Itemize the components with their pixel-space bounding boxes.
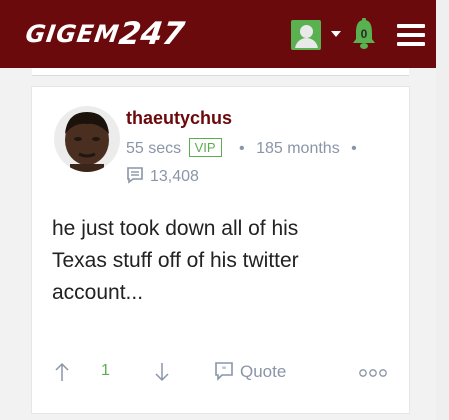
user-avatar-button[interactable] — [291, 20, 321, 50]
post-body-line: he just took down all of his — [52, 217, 299, 240]
separator-dot: • — [351, 140, 357, 157]
menu-bar — [397, 42, 425, 46]
post-body: he just took down all of his Texas stuff… — [52, 213, 382, 309]
hamburger-icon[interactable] — [397, 24, 425, 46]
quote-label: Quote — [240, 362, 287, 381]
previous-post-card — [32, 68, 409, 76]
arrow-down-icon[interactable] — [154, 362, 170, 382]
vote-count: 1 — [101, 362, 110, 379]
avatar-placeholder-head — [300, 25, 313, 38]
member-duration: 185 months — [256, 140, 340, 157]
post-body-line: account... — [52, 281, 144, 304]
post-username[interactable]: thaeutychus — [126, 108, 232, 129]
notification-count: 0 — [360, 27, 368, 41]
logo-number: 247 — [116, 16, 187, 52]
notifications-button[interactable]: 0 — [350, 16, 378, 50]
arrow-up-icon[interactable] — [54, 362, 70, 382]
vip-badge: VIP — [188, 138, 222, 157]
post-count-value: 13,408 — [150, 168, 199, 185]
post-body-line: Texas stuff off of his twitter — [52, 249, 299, 272]
post-count: 13,408 — [126, 166, 199, 186]
page-scrollbar[interactable] — [436, 0, 449, 420]
quote-button[interactable]: " Quote — [214, 361, 286, 382]
menu-bar — [397, 33, 425, 37]
post-meta: 55 secs VIP • 185 months • — [126, 138, 364, 158]
separator-dot: • — [239, 140, 245, 157]
post-card: thaeutychus 55 secs VIP • 185 months • 1… — [32, 87, 409, 413]
site-header: GIGEM247 0 — [0, 0, 436, 68]
more-options-icon[interactable] — [358, 368, 388, 378]
avatar-placeholder-body — [295, 38, 318, 48]
svg-text:": " — [222, 366, 227, 376]
quote-bubble-icon: " — [215, 362, 233, 381]
logo-text: GIGEM — [23, 20, 122, 48]
user-avatar[interactable] — [54, 106, 120, 172]
chevron-down-icon[interactable] — [331, 31, 341, 37]
avatar-photo — [54, 106, 120, 172]
site-logo[interactable]: GIGEM247 — [23, 14, 187, 52]
menu-bar — [397, 24, 425, 28]
comment-icon — [127, 167, 143, 184]
post-time: 55 secs — [126, 140, 182, 157]
post-actions: 1 " Quote — [52, 361, 397, 385]
